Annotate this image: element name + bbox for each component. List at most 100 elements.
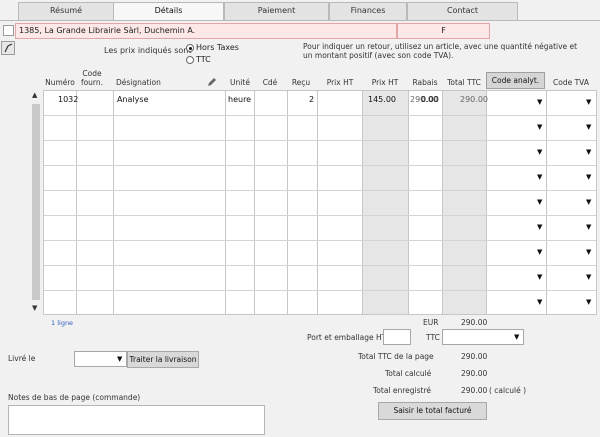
- cell-recu[interactable]: 2: [309, 94, 314, 106]
- tab-bar: Résumé Détails Paiement Finances Contact: [18, 2, 600, 21]
- dropdown-caret-icon[interactable]: ▼: [537, 173, 542, 181]
- grid-line: [442, 91, 443, 314]
- grid-line: [225, 91, 226, 314]
- tab-resume[interactable]: Résumé: [18, 2, 114, 20]
- cell-rabais[interactable]: 0.00: [421, 94, 439, 106]
- chevron-down-icon[interactable]: ▼: [514, 333, 519, 341]
- col-total-ttc: Total TTC: [447, 78, 481, 87]
- dropdown-caret-icon[interactable]: ▼: [586, 173, 591, 181]
- tab-divider: [0, 20, 600, 21]
- tab-label: Contact: [446, 6, 479, 15]
- currency-label: EUR: [423, 318, 439, 327]
- col-code-tva: Code TVA: [553, 78, 589, 87]
- notes-textarea[interactable]: [8, 405, 265, 435]
- dropdown-caret-icon[interactable]: ▼: [537, 248, 542, 256]
- grid-line: [287, 91, 288, 314]
- col-prix-ht: Prix HT: [326, 78, 354, 87]
- col-unite: Unité: [230, 78, 250, 87]
- scroll-thumb[interactable]: [32, 104, 40, 300]
- scroll-up-icon[interactable]: ▲: [32, 91, 37, 99]
- dropdown-caret-icon[interactable]: ▼: [537, 148, 542, 156]
- delivery-date-select[interactable]: ▼: [74, 351, 127, 367]
- dropdown-caret-icon[interactable]: ▼: [586, 98, 591, 106]
- tab-label: Résumé: [49, 6, 83, 15]
- col-code-analyt[interactable]: Code analyt.: [486, 72, 545, 89]
- page-total-value: 290.00: [461, 352, 488, 361]
- dropdown-caret-icon[interactable]: ▼: [537, 98, 542, 106]
- pencil-icon[interactable]: [206, 76, 218, 88]
- notes-label: Notes de bas de page (commande): [8, 393, 141, 402]
- select-checkbox[interactable]: [3, 25, 14, 36]
- cell-unite[interactable]: heure: [228, 94, 251, 106]
- tab-label: Paiement: [257, 6, 296, 15]
- tab-label: Détails: [154, 6, 183, 15]
- filter-button[interactable]: [1, 41, 15, 55]
- col-recu: Reçu: [291, 78, 311, 87]
- ttc-code-select[interactable]: ▼: [442, 329, 524, 345]
- dropdown-caret-icon[interactable]: ▼: [537, 273, 542, 281]
- grid-line: [546, 91, 547, 314]
- delivery-label: Livré le: [8, 354, 36, 363]
- page-total-label: Total TTC de la page: [358, 352, 434, 361]
- dropdown-caret-icon[interactable]: ▼: [537, 123, 542, 131]
- grid-line: [362, 91, 363, 314]
- dropdown-caret-icon[interactable]: ▼: [586, 223, 591, 231]
- grid-line: [408, 91, 409, 314]
- registered-total-label: Total enregistré: [373, 386, 432, 395]
- currency-total: 290.00: [461, 318, 488, 327]
- dropdown-caret-icon[interactable]: ▼: [586, 123, 591, 131]
- scroll-down-icon[interactable]: ▼: [32, 304, 37, 312]
- grid-line: [44, 165, 596, 166]
- client-field[interactable]: 1385, La Grande Librairie Sàrl, Duchemin…: [15, 23, 397, 39]
- cell-designation[interactable]: Analyse: [117, 94, 149, 106]
- funnel-icon: [4, 43, 13, 53]
- grid-line: [44, 240, 596, 241]
- tab-contact[interactable]: Contact: [407, 2, 518, 20]
- cell-prix-ht[interactable]: 145.00: [368, 94, 396, 106]
- client-code-field[interactable]: F: [397, 23, 490, 39]
- col-prix-ht-2: Prix HT: [371, 78, 399, 87]
- registered-total-value: 290.00: [461, 386, 488, 395]
- radio-hors-taxes-label: Hors Taxes: [196, 43, 239, 52]
- port-label: Port et emballage HT: [307, 333, 387, 342]
- tab-paiement[interactable]: Paiement: [224, 2, 329, 20]
- col-designation: Désignation: [116, 78, 161, 87]
- col-cde: Cdé: [262, 78, 278, 87]
- cell-numero[interactable]: 1032: [58, 94, 78, 106]
- dropdown-caret-icon[interactable]: ▼: [586, 298, 591, 306]
- dropdown-caret-icon[interactable]: ▼: [586, 148, 591, 156]
- col-rabais: Rabais: [412, 78, 438, 87]
- tab-details[interactable]: Détails: [113, 2, 224, 21]
- registered-total-note: ( calculé ): [489, 386, 526, 395]
- tab-finances[interactable]: Finances: [329, 2, 407, 20]
- shaded-column: [442, 91, 486, 314]
- col-numero: Numéro: [45, 78, 75, 87]
- radio-ttc[interactable]: [186, 56, 194, 64]
- process-delivery-button[interactable]: Traiter la livraison: [127, 351, 199, 368]
- price-mode-label: Les prix indiqués sont: [104, 46, 192, 55]
- port-input[interactable]: [383, 329, 411, 345]
- grid-line: [113, 91, 114, 314]
- dropdown-caret-icon[interactable]: ▼: [586, 198, 591, 206]
- tab-label: Finances: [350, 6, 386, 15]
- radio-hors-taxes[interactable]: [186, 44, 194, 52]
- dropdown-caret-icon[interactable]: ▼: [537, 223, 542, 231]
- chevron-down-icon[interactable]: ▼: [117, 355, 122, 363]
- calc-total-value: 290.00: [461, 369, 488, 378]
- grid-line: [44, 265, 596, 266]
- grid-scrollbar[interactable]: ▲ ▼: [30, 90, 42, 315]
- col-code-fourn: Code fourn.: [80, 69, 104, 87]
- dropdown-caret-icon[interactable]: ▼: [537, 298, 542, 306]
- return-hint: Pour indiquer un retour, utilisez un art…: [303, 42, 578, 60]
- calc-total-label: Total calculé: [385, 369, 432, 378]
- grid-line: [44, 190, 596, 191]
- shaded-column: [362, 91, 408, 314]
- grid-line: [44, 115, 596, 116]
- radio-ttc-label: TTC: [196, 55, 211, 64]
- dropdown-caret-icon[interactable]: ▼: [537, 198, 542, 206]
- ttc-label: TTC: [426, 333, 440, 342]
- dropdown-caret-icon[interactable]: ▼: [586, 273, 591, 281]
- cell-total-ttc: 290.00: [460, 95, 488, 104]
- set-total-button[interactable]: Saisir le total facturé: [378, 402, 487, 420]
- dropdown-caret-icon[interactable]: ▼: [586, 248, 591, 256]
